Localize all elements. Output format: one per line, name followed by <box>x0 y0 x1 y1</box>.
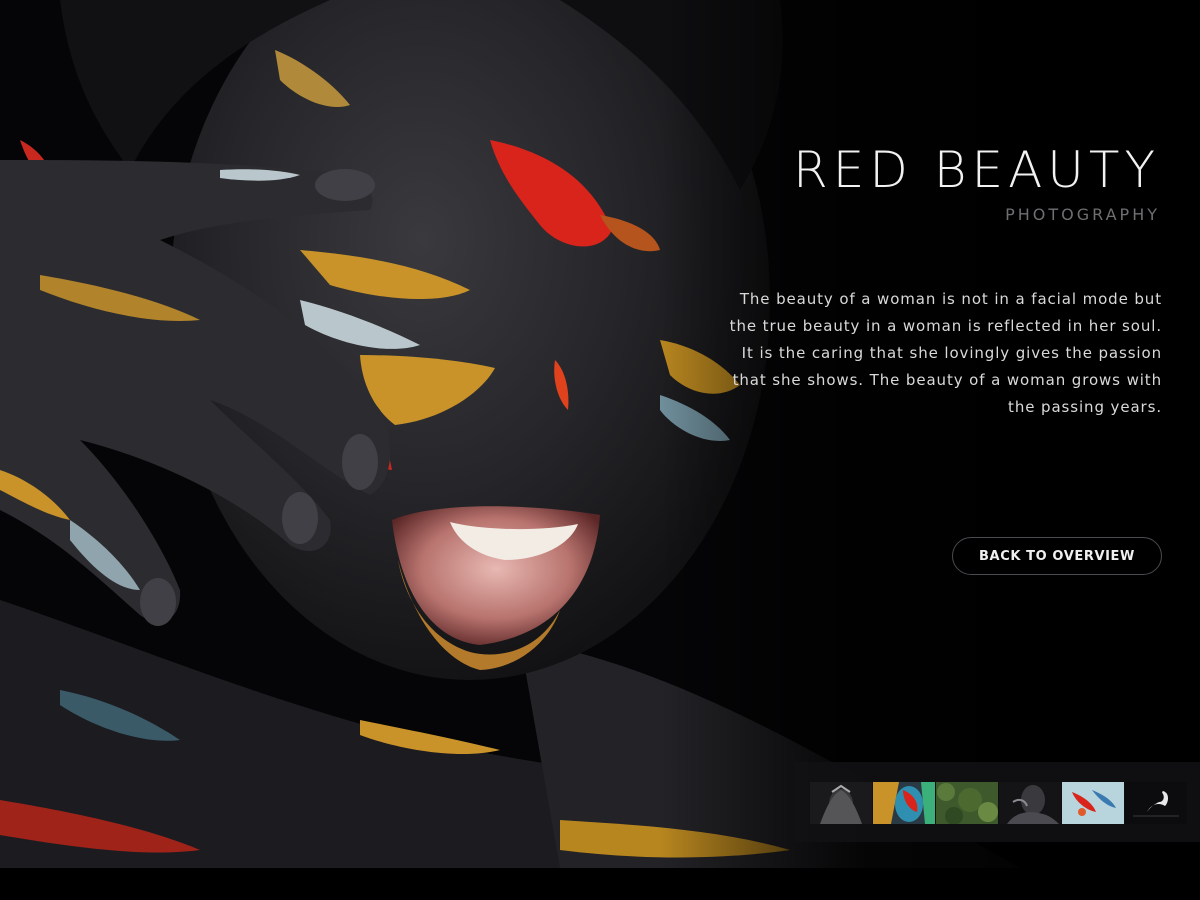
thumbnail-dark-portrait[interactable] <box>999 782 1061 824</box>
thumbnail-gallery <box>794 762 1200 842</box>
photo-detail-page: RED BEAUTY PHOTOGRAPHY The beauty of a w… <box>0 0 1200 900</box>
hero-photo-painted-woman <box>0 0 1200 868</box>
description-text: The beauty of a woman is not in a facial… <box>729 290 1162 416</box>
page-subtitle: PHOTOGRAPHY <box>1005 205 1160 224</box>
bottom-bar <box>0 868 1200 900</box>
thumbnail-swan[interactable] <box>1125 782 1187 824</box>
thumbnail-hands-over-face[interactable] <box>810 782 872 824</box>
back-to-overview-button[interactable]: BACK TO OVERVIEW <box>952 537 1162 575</box>
thumbnail-colorful-painted-face[interactable] <box>873 782 935 824</box>
thumbnail-paint-splash[interactable] <box>1062 782 1124 824</box>
thumbnail-green-foliage[interactable] <box>936 782 998 824</box>
page-title: RED BEAUTY <box>793 141 1160 199</box>
